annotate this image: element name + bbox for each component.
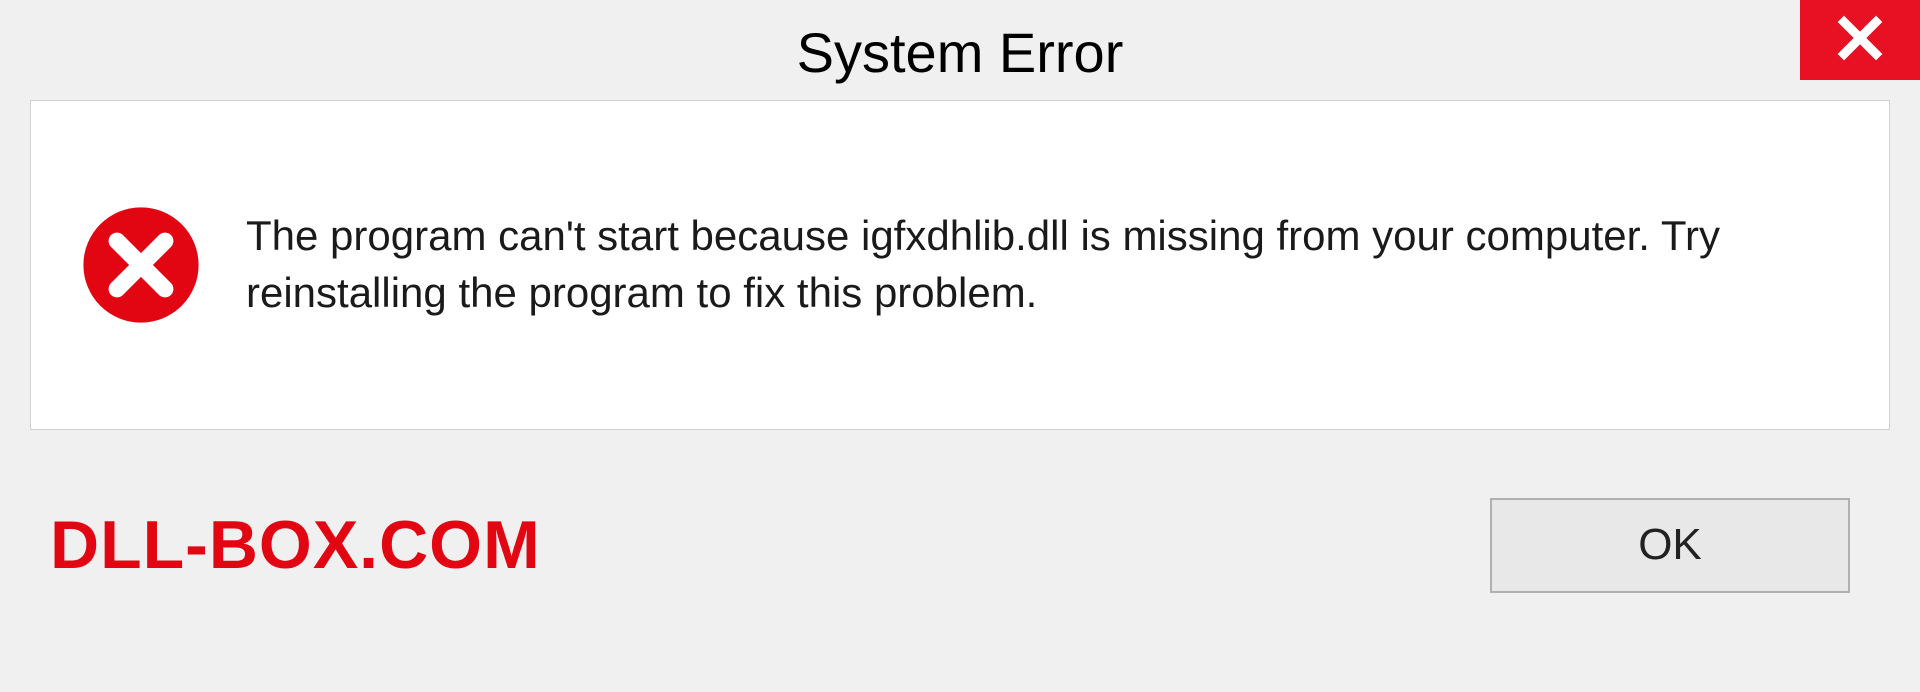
close-button[interactable] [1800, 0, 1920, 80]
error-message: The program can't start because igfxdhli… [246, 208, 1839, 321]
error-icon [81, 205, 201, 325]
ok-button[interactable]: OK [1490, 498, 1850, 593]
watermark-text: DLL-BOX.COM [50, 506, 541, 584]
dialog-title: System Error [797, 20, 1124, 85]
footer: DLL-BOX.COM OK [30, 430, 1890, 660]
close-icon [1836, 14, 1884, 67]
titlebar: System Error [0, 0, 1920, 100]
content-panel: The program can't start because igfxdhli… [30, 100, 1890, 430]
ok-button-label: OK [1638, 520, 1702, 570]
